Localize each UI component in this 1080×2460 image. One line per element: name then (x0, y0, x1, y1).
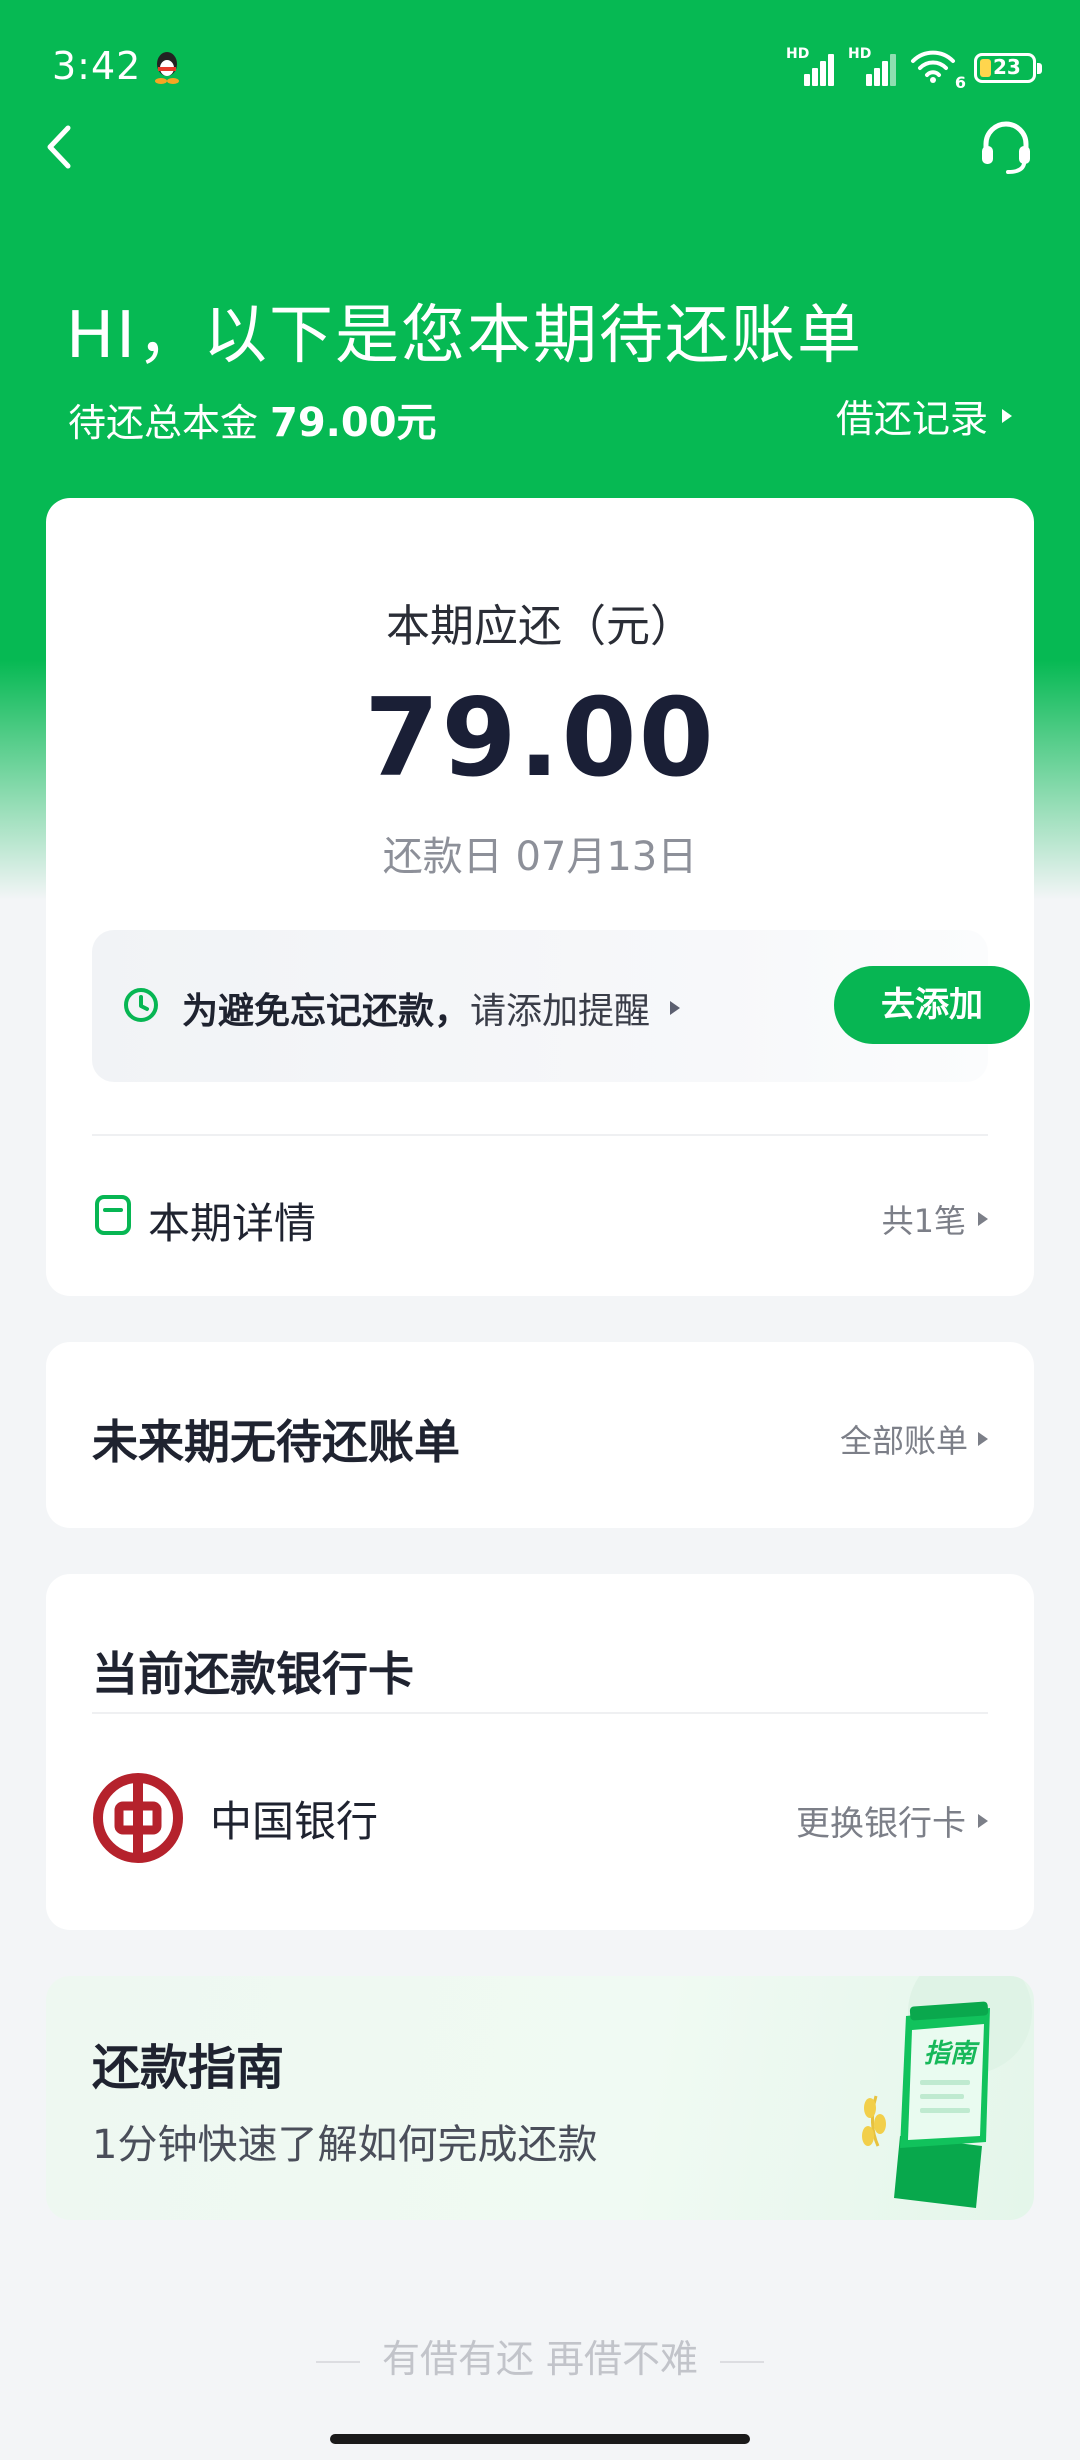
detail-count-text: 共1笔 (881, 1202, 966, 1240)
reminder-bold-text: 为避免忘记还款， (182, 991, 471, 1032)
future-bills-title: 未来期无待还账单 (92, 1415, 460, 1469)
signal-icon: HD (848, 46, 896, 86)
guide-subtitle: 1分钟快速了解如何完成还款 (92, 2122, 598, 2168)
guide-calendar-icon: 指南 (862, 1976, 1032, 2208)
guide-badge: 指南 (924, 2039, 980, 2069)
repayment-guide-banner[interactable]: 还款指南 1分钟快速了解如何完成还款 指南 (46, 1976, 1034, 2220)
svg-text:指南: 指南 (924, 2039, 980, 2069)
principal-label: 待还总本金 (68, 401, 259, 445)
slogan-text: 有借有还 再借不难 (381, 2337, 699, 2381)
triangle-right-icon (978, 1432, 988, 1446)
period-detail-label[interactable]: 本期详情 (148, 1190, 316, 1251)
back-button[interactable] (36, 120, 86, 174)
customer-service-icon[interactable] (976, 118, 1036, 178)
all-bills-link[interactable]: 全部账单 (840, 1416, 988, 1462)
clock-icon (124, 988, 158, 1022)
divider (92, 1134, 988, 1136)
status-icons: HD HD 6 23 (786, 46, 1042, 92)
change-card-label: 更换银行卡 (796, 1804, 966, 1844)
principal-amount: 79.00元 (270, 400, 437, 446)
guide-title: 还款指南 (92, 2040, 285, 2096)
add-reminder-button[interactable]: 去添加 (834, 966, 1030, 1044)
page-title: HI，以下是您本期待还账单 (66, 299, 863, 373)
due-date: 还款日 07月13日 (382, 834, 698, 880)
due-amount: 79.00 (364, 676, 716, 801)
battery-icon: 23 (974, 53, 1042, 83)
reminder-text: 为避免忘记还款， 请添加提醒 (182, 982, 681, 1034)
triangle-right-icon (978, 1212, 988, 1226)
future-bills-card: 未来期无待还账单 全部账单 (46, 1342, 1034, 1528)
all-bills-label: 全部账单 (839, 1422, 968, 1460)
principal-summary: 待还总本金 79.00元 (68, 390, 437, 448)
triangle-right-icon (978, 1813, 988, 1828)
due-label: 本期应还（元） (386, 601, 694, 652)
bank-of-china-logo (93, 1773, 183, 1863)
change-bank-card-link[interactable]: 更换银行卡 (796, 1796, 988, 1845)
wifi-icon: 6 (910, 48, 966, 92)
current-bill-card: 本期应还（元） 79.00 还款日 07月13日 为避免忘记还款， 请添加提醒 … (46, 498, 1034, 1296)
document-icon (95, 1195, 131, 1235)
home-indicator[interactable] (330, 2434, 750, 2444)
bank-card-title: 当前还款银行卡 (92, 1647, 414, 1701)
qq-notification-icon (155, 52, 179, 84)
triangle-right-icon (670, 1001, 681, 1015)
reminder-banner[interactable]: 为避免忘记还款， 请添加提醒 去添加 (92, 930, 1030, 1082)
reminder-normal-text: 请添加提醒 (470, 991, 651, 1032)
divider (92, 1712, 988, 1714)
signal-icon: HD (786, 46, 834, 86)
footer-slogan: 有借有还 再借不难 (0, 2328, 1080, 2383)
borrow-repay-record-link[interactable]: 借还记录 (836, 388, 1012, 443)
record-link-label: 借还记录 (835, 397, 988, 441)
triangle-right-icon (1002, 408, 1012, 423)
bank-name: 中国银行 (210, 1797, 379, 1846)
repayment-bank-card: 当前还款银行卡 中国银行 更换银行卡 (46, 1574, 1034, 1930)
status-time: 3:42 (52, 44, 142, 88)
period-detail-count[interactable]: 共1笔 (882, 1196, 988, 1242)
